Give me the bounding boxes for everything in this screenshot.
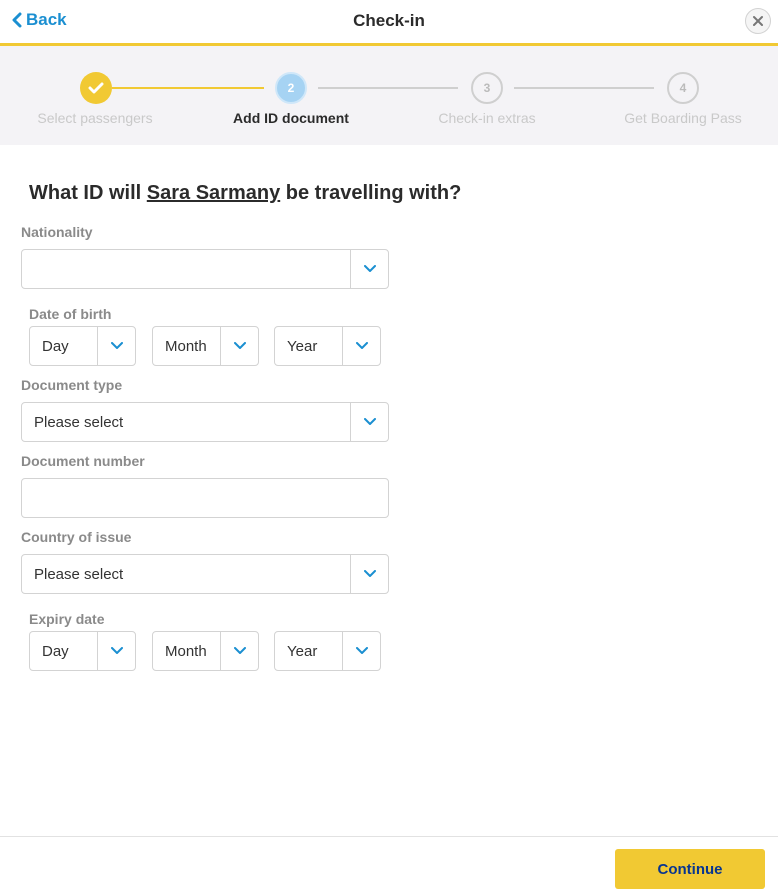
expiry-month-select[interactable]: Month bbox=[152, 631, 259, 671]
progress-stepper: Select passengers 2 Add ID document 3 Ch… bbox=[0, 46, 778, 145]
header-bar: Back Check-in bbox=[0, 0, 778, 46]
step-1-label: Select passengers bbox=[37, 110, 153, 126]
step-4-circle: 4 bbox=[667, 72, 699, 104]
document-type-select[interactable]: Please select bbox=[21, 402, 389, 442]
dob-month-select[interactable]: Month bbox=[152, 326, 259, 366]
dob-day-select[interactable]: Day bbox=[29, 326, 136, 366]
expiry-day-value: Day bbox=[42, 643, 69, 660]
chevron-down-icon bbox=[342, 632, 380, 670]
close-icon bbox=[753, 16, 763, 26]
chevron-down-icon bbox=[220, 632, 258, 670]
country-of-issue-select[interactable]: Please select bbox=[21, 554, 389, 594]
chevron-down-icon bbox=[97, 327, 135, 365]
expiry-month-value: Month bbox=[165, 643, 207, 660]
chevron-down-icon bbox=[97, 632, 135, 670]
passenger-name: Sara Sarmany bbox=[146, 182, 281, 204]
nationality-select[interactable] bbox=[21, 249, 389, 289]
step-connector-2 bbox=[318, 87, 458, 89]
question-prefix: What ID will bbox=[29, 182, 147, 204]
expiry-day-select[interactable]: Day bbox=[29, 631, 136, 671]
form-question: What ID will Sara Sarmany be travelling … bbox=[29, 182, 461, 205]
step-1-circle bbox=[80, 72, 112, 104]
expiry-year-select[interactable]: Year bbox=[274, 631, 381, 671]
chevron-down-icon bbox=[220, 327, 258, 365]
dob-year-value: Year bbox=[287, 338, 318, 355]
nationality-label: Nationality bbox=[21, 224, 93, 240]
date-of-birth-label: Date of birth bbox=[29, 306, 112, 322]
footer-bar: Continue bbox=[0, 836, 778, 896]
country-of-issue-value: Please select bbox=[34, 566, 124, 583]
question-suffix: be travelling with? bbox=[280, 182, 462, 204]
chevron-down-icon bbox=[350, 250, 388, 288]
dob-day-value: Day bbox=[42, 338, 69, 355]
continue-button[interactable]: Continue bbox=[615, 849, 765, 889]
dob-year-select[interactable]: Year bbox=[274, 326, 381, 366]
document-type-label: Document type bbox=[21, 377, 123, 393]
chevron-down-icon bbox=[350, 555, 388, 593]
step-connector-3 bbox=[514, 87, 654, 89]
document-number-input[interactable] bbox=[21, 478, 389, 518]
close-button[interactable] bbox=[745, 8, 771, 34]
step-3-label: Check-in extras bbox=[438, 110, 536, 126]
document-number-label: Document number bbox=[21, 453, 145, 469]
page-title: Check-in bbox=[353, 11, 425, 30]
step-2-label: Add ID document bbox=[233, 110, 349, 126]
chevron-down-icon bbox=[350, 403, 388, 441]
step-3-circle: 3 bbox=[471, 72, 503, 104]
checkmark-icon bbox=[88, 82, 104, 94]
step-4-label: Get Boarding Pass bbox=[624, 110, 742, 126]
expiry-date-label: Expiry date bbox=[29, 611, 105, 627]
chevron-down-icon bbox=[342, 327, 380, 365]
country-of-issue-label: Country of issue bbox=[21, 529, 132, 545]
expiry-year-value: Year bbox=[287, 643, 318, 660]
document-type-value: Please select bbox=[34, 414, 124, 431]
step-2-circle: 2 bbox=[275, 72, 307, 104]
step-connector-1 bbox=[112, 87, 264, 89]
dob-month-value: Month bbox=[165, 338, 207, 355]
